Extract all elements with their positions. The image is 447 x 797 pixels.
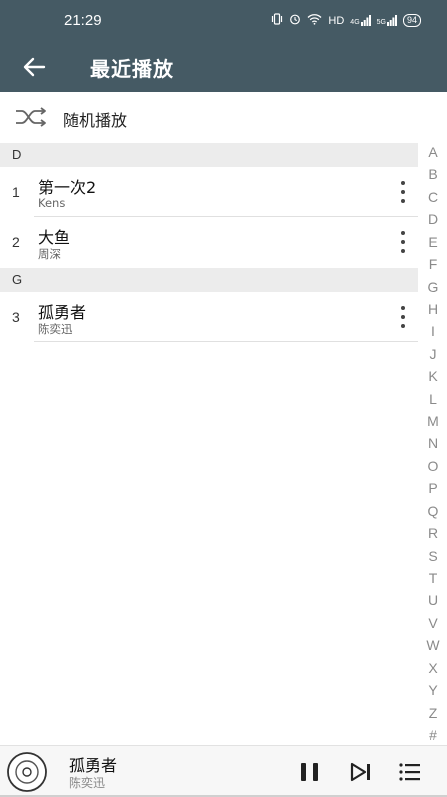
arrow-left-icon: [23, 57, 46, 77]
wifi-icon: [307, 13, 322, 28]
alphabet-letter[interactable]: N: [428, 434, 438, 452]
shuffle-label: 随机播放: [63, 111, 128, 130]
section-letter: G: [12, 272, 23, 287]
page-title: 最近播放: [90, 57, 174, 81]
song-title: 孤勇者: [38, 303, 87, 322]
song-row[interactable]: 1 第一次2 Kens: [0, 167, 418, 217]
status-time: 21:29: [64, 12, 102, 29]
alphabet-letter[interactable]: M: [427, 412, 439, 430]
song-artist: 陈奕迅: [38, 322, 73, 336]
status-icons: HD 4G 5G 94: [271, 13, 421, 28]
alphabet-letter[interactable]: K: [428, 367, 437, 385]
hd-label: HD: [328, 14, 345, 27]
alphabet-letter[interactable]: T: [429, 569, 438, 587]
battery-icon: 94: [402, 14, 421, 27]
section-letter: D: [12, 147, 22, 162]
song-index: 3: [12, 309, 20, 325]
alphabet-letter[interactable]: B: [428, 165, 437, 183]
now-playing-artist: 陈奕迅: [69, 776, 106, 790]
signal-5g-label: 5G: [376, 19, 386, 26]
song-index: 2: [12, 234, 20, 250]
shuffle-play-button[interactable]: 随机播放: [0, 92, 447, 142]
song-index: 1: [12, 184, 20, 200]
alphabet-letter[interactable]: W: [426, 636, 439, 654]
now-playing-title: 孤勇者: [69, 756, 118, 775]
song-title: 第一次2: [38, 178, 97, 197]
signal-4g-icon: 4G: [350, 15, 371, 26]
alphabet-letter[interactable]: F: [429, 255, 438, 273]
signal-5g-icon: 5G: [377, 15, 397, 26]
alphabet-letter[interactable]: H: [428, 300, 438, 318]
pause-button[interactable]: [298, 760, 322, 784]
alphabet-letter[interactable]: E: [428, 233, 437, 251]
alphabet-letter[interactable]: L: [429, 390, 437, 408]
section-header-d: D: [0, 143, 418, 167]
alphabet-letter[interactable]: O: [428, 457, 439, 475]
song-row[interactable]: 3 孤勇者 陈奕迅: [0, 292, 418, 342]
skip-next-icon: [350, 762, 370, 782]
alarm-icon: [289, 13, 301, 28]
alphabet-letter[interactable]: Y: [428, 681, 437, 699]
shuffle-icon: [16, 107, 46, 127]
status-bar: 21:29 HD 4G 5G 94: [0, 0, 447, 42]
alphabet-letter[interactable]: A: [428, 143, 437, 161]
alphabet-letter[interactable]: #: [429, 726, 437, 744]
more-options-icon[interactable]: [396, 229, 410, 255]
song-artist: Kens: [38, 196, 66, 210]
alphabet-index[interactable]: A B C D E F G H I J K L M N O P Q R S T U V W X Y Z #: [419, 143, 447, 744]
alphabet-letter[interactable]: S: [428, 547, 437, 565]
signal-4g-label: 4G: [350, 19, 360, 26]
alphabet-letter[interactable]: J: [430, 345, 437, 363]
more-options-icon[interactable]: [396, 179, 410, 205]
alphabet-letter[interactable]: D: [428, 210, 438, 228]
alphabet-letter[interactable]: Z: [429, 704, 438, 722]
alphabet-letter[interactable]: P: [428, 479, 437, 497]
alphabet-letter[interactable]: R: [428, 524, 438, 542]
alphabet-letter[interactable]: U: [428, 591, 438, 609]
divider: [34, 341, 418, 342]
playlist-queue-button[interactable]: [398, 760, 422, 784]
alphabet-letter[interactable]: C: [428, 188, 438, 206]
list-icon: [399, 763, 420, 781]
song-row[interactable]: 2 大鱼 周深: [0, 217, 418, 267]
alphabet-letter[interactable]: I: [431, 322, 435, 340]
alphabet-letter[interactable]: Q: [428, 502, 439, 520]
alphabet-letter[interactable]: X: [428, 659, 437, 677]
pause-icon: [301, 763, 318, 781]
section-header-g: G: [0, 268, 418, 292]
more-options-icon[interactable]: [396, 304, 410, 330]
vibrate-icon: [271, 13, 283, 28]
next-button[interactable]: [349, 760, 373, 784]
song-title: 大鱼: [38, 228, 71, 247]
alphabet-letter[interactable]: G: [428, 278, 439, 296]
now-playing-bar[interactable]: 孤勇者 陈奕迅: [0, 745, 447, 797]
alphabet-letter[interactable]: V: [428, 614, 437, 632]
back-button[interactable]: [20, 53, 50, 81]
disc-icon: [7, 752, 47, 792]
song-artist: 周深: [38, 247, 61, 261]
app-bar: 最近播放: [0, 42, 447, 92]
